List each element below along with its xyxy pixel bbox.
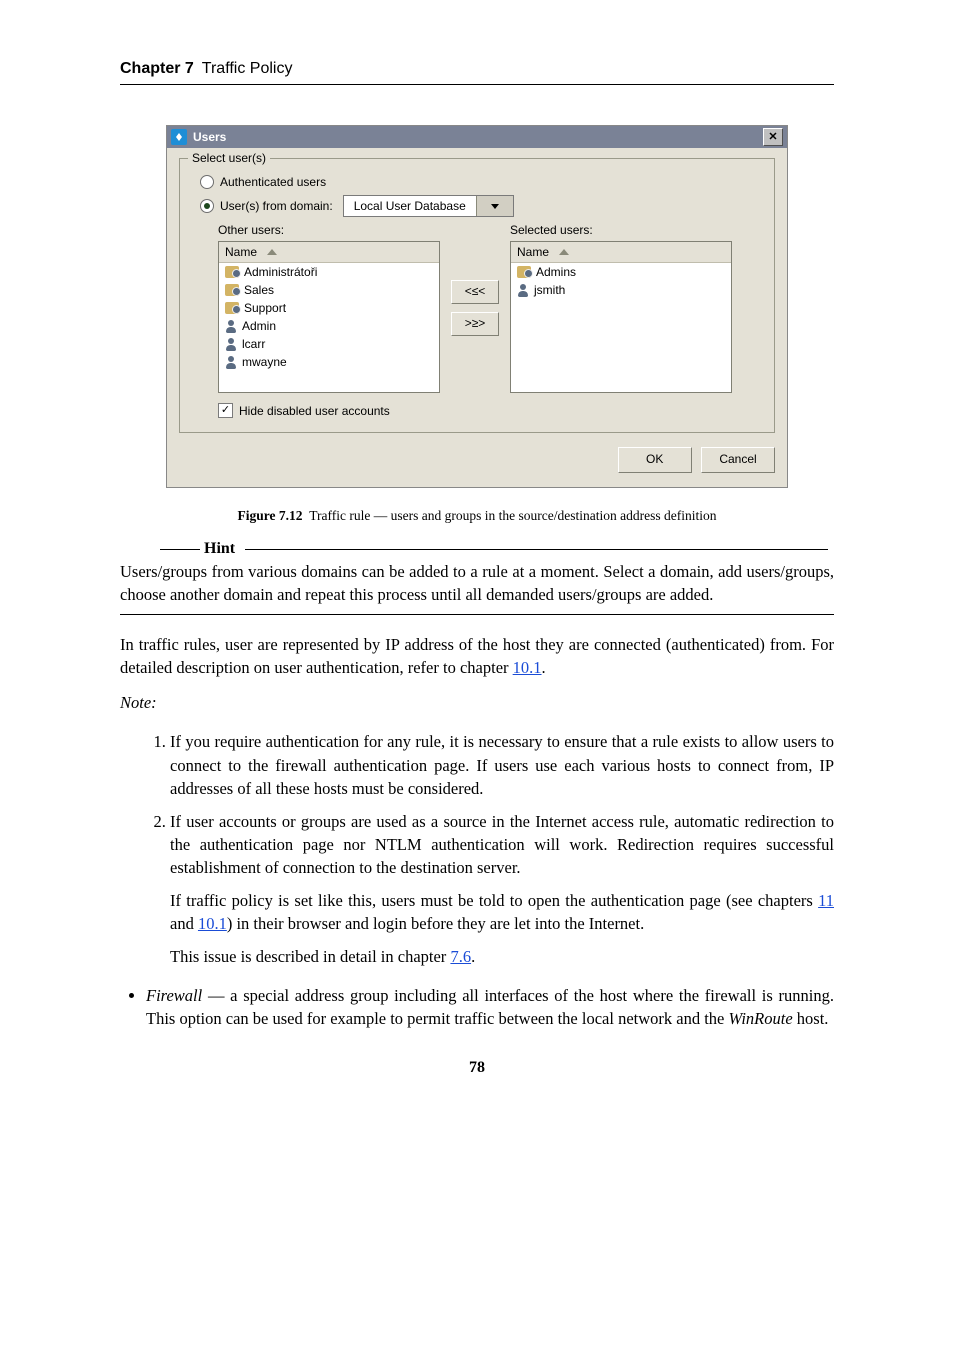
dropdown-value: Local User Database [344,199,476,213]
cancel-button[interactable]: Cancel [701,447,775,473]
group-icon [225,266,239,278]
list-item[interactable]: Support [219,299,439,317]
radio-label: User(s) from domain: [220,199,333,213]
note-item: If you require authentication for any ru… [170,730,834,799]
users-dialog: Users ✕ Select user(s) Authenticated use… [166,125,788,488]
list-item[interactable]: lcarr [219,335,439,353]
other-users-list[interactable]: Name Administrátoři Sales Support Admin … [218,241,440,393]
checkbox-label: Hide disabled user accounts [239,404,390,418]
user-icon [225,338,237,351]
note-sub: This issue is described in detail in cha… [170,945,834,968]
col-name: Name [517,245,549,259]
chapter-title: Traffic Policy [202,60,293,77]
page-number: 78 [120,1059,834,1077]
group-icon [225,284,239,296]
list-item[interactable]: Admin [219,317,439,335]
list-item[interactable]: mwayne [219,353,439,371]
sort-asc-icon [267,249,277,255]
note-list: If you require authentication for any ru… [120,730,834,968]
column-header[interactable]: Name [219,242,439,263]
user-icon [225,320,237,333]
dialog-titlebar: Users ✕ [167,126,787,148]
group-icon [225,302,239,314]
close-icon[interactable]: ✕ [763,128,783,146]
hint-header: Hint [160,540,834,558]
note-sub: If traffic policy is set like this, user… [170,889,834,935]
move-right-button[interactable]: >≥> [451,312,499,336]
list-item[interactable]: Admins [511,263,731,281]
radio-authenticated-users[interactable]: Authenticated users [200,175,760,189]
selected-users-label: Selected users: [510,223,732,237]
paragraph-traffic: In traffic rules, user are represented b… [120,633,834,679]
bullet-list: Firewall — a special address group inclu… [120,984,834,1030]
ok-button[interactable]: OK [618,447,692,473]
note-label: Note: [120,691,834,714]
checkbox-icon: ✓ [218,403,233,418]
list-item[interactable]: Administrátoři [219,263,439,281]
user-icon [225,356,237,369]
heading-rule [120,84,834,85]
radio-label: Authenticated users [220,175,326,189]
move-left-button[interactable]: <≤< [451,280,499,304]
other-users-label: Other users: [218,223,440,237]
figure-label: Figure 7.12 [238,508,303,523]
app-icon [171,129,187,145]
firewall-term: Firewall [146,986,202,1005]
winroute-term: WinRoute [729,1009,793,1028]
note-item: If user accounts or groups are used as a… [170,810,834,969]
col-name: Name [225,245,257,259]
user-icon [517,284,529,297]
chapter-heading: Chapter 7 Traffic Policy [120,60,834,78]
selected-users-list[interactable]: Name Admins jsmith [510,241,732,393]
radio-icon [200,199,214,213]
hide-disabled-checkbox[interactable]: ✓ Hide disabled user accounts [218,403,760,418]
column-header[interactable]: Name [511,242,731,263]
group-icon [517,266,531,278]
bullet-firewall: Firewall — a special address group inclu… [146,984,834,1030]
hint-body: Users/groups from various domains can be… [120,560,834,606]
chapter-number: Chapter 7 [120,60,194,77]
figure-text: Traffic rule — users and groups in the s… [309,508,716,523]
hint-label: Hint [200,540,239,558]
list-item[interactable]: Sales [219,281,439,299]
link-10-1[interactable]: 10.1 [513,658,542,677]
dialog-title: Users [193,130,226,144]
link-11[interactable]: 11 [818,891,834,910]
radio-users-from-domain[interactable]: User(s) from domain: Local User Database [200,195,760,217]
chevron-down-icon [476,196,513,216]
link-10-1b[interactable]: 10.1 [198,914,227,933]
figure-caption: Figure 7.12 Traffic rule — users and gro… [120,508,834,524]
groupbox-legend: Select user(s) [188,151,270,165]
link-7-6[interactable]: 7.6 [450,947,471,966]
domain-dropdown[interactable]: Local User Database [343,195,514,217]
radio-icon [200,175,214,189]
list-item[interactable]: jsmith [511,281,731,299]
hint-end-rule [120,614,834,615]
sort-asc-icon [559,249,569,255]
select-users-groupbox: Select user(s) Authenticated users User(… [179,158,775,433]
